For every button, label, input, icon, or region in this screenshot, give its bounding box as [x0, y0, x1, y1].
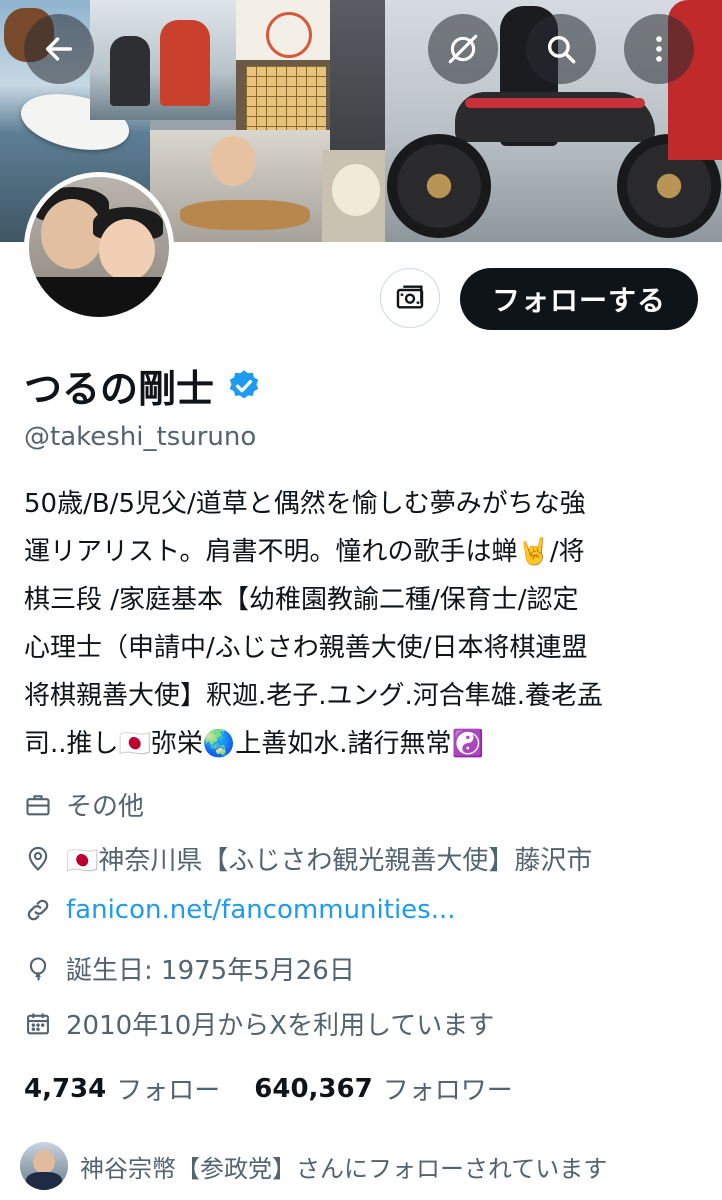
search-icon	[547, 35, 576, 64]
birthday-text: 誕生日: 1975年5月26日	[66, 956, 355, 986]
display-name: つるの剛士	[24, 367, 215, 411]
location-text: 🇯🇵神奈川県【ふじさわ観光親善大使】藤沢市	[66, 846, 593, 876]
name-row: つるの剛士	[24, 358, 262, 413]
following-label: フォロー	[116, 1076, 221, 1106]
bio-line: 運リアリスト。肩書不明。憧れの歌手は蝉🤘/将	[24, 537, 585, 567]
profile-location: 🇯🇵神奈川県【ふじさわ観光親善大使】藤沢市	[24, 840, 592, 877]
website-link[interactable]: fanicon.net/fancommunities...	[66, 895, 456, 925]
back-button[interactable]	[24, 14, 94, 84]
bio-line: 心理士（申請中/ふじさわ親善大使/日本将棋連盟	[24, 633, 588, 663]
profile-avatar[interactable]	[24, 172, 174, 322]
more-vertical-icon	[656, 36, 662, 62]
user-handle: @takeshi_tsuruno	[24, 422, 257, 452]
subscription-icon	[396, 285, 424, 309]
followed-by-row[interactable]: 神谷宗幣【参政党】さんにフォローされています	[20, 1142, 607, 1190]
link-icon	[27, 899, 49, 921]
balloon-icon	[29, 956, 47, 981]
followers-link[interactable]: 640,367 フォロワー	[254, 1070, 512, 1107]
banner-photo-boat	[90, 0, 240, 120]
grok-icon	[448, 34, 478, 64]
profile-website: fanicon.net/fancommunities...	[24, 895, 456, 925]
subscribe-button[interactable]	[380, 268, 440, 328]
joined-text: 2010年10月からXを利用しています	[66, 1011, 495, 1041]
more-options-button[interactable]	[624, 14, 694, 84]
follow-stats: 4,734 フォロー 640,367 フォロワー	[24, 1070, 513, 1107]
briefcase-icon	[26, 794, 50, 815]
location-pin-icon	[28, 846, 48, 871]
category-text: その他	[66, 792, 145, 822]
banner-photo-plush	[322, 150, 390, 242]
bio-line: 棋三段 /家庭基本【幼稚園教諭二種/保育士/認定	[24, 585, 579, 615]
following-count: 4,734	[24, 1073, 107, 1104]
followers-label: フォロワー	[382, 1076, 513, 1106]
calendar-icon	[27, 1013, 49, 1034]
bio-line: 司..推し🇯🇵弥栄🌏上善如水.諸行無常☯️	[24, 729, 484, 759]
profile-category: その他	[24, 786, 144, 823]
follow-button[interactable]: フォローする	[460, 268, 698, 330]
arrow-left-icon	[45, 37, 73, 61]
following-link[interactable]: 4,734 フォロー	[24, 1070, 220, 1107]
search-button[interactable]	[526, 14, 596, 84]
banner-photo-guitar	[150, 130, 330, 242]
profile-joined-date: 2010年10月からXを利用しています	[24, 1005, 494, 1042]
banner-photo-shogi	[236, 60, 336, 140]
verified-badge-icon[interactable]	[226, 368, 262, 404]
followers-count: 640,367	[254, 1073, 373, 1104]
profile-birthday: 誕生日: 1975年5月26日	[24, 950, 355, 987]
follower-avatar	[20, 1142, 68, 1190]
grok-button[interactable]	[428, 14, 498, 84]
profile-bio: 50歳/B/5児父/道草と偶然を愉しむ夢みがちな強 運リアリスト。肩書不明。憧れ…	[24, 480, 704, 768]
bio-line: 50歳/B/5児父/道草と偶然を愉しむ夢みがちな強	[24, 489, 586, 519]
bio-line: 将棋親善大使】釈迦.老子.ユング.河合隼雄.養老孟	[24, 681, 604, 711]
followed-by-text: 神谷宗幣【参政党】さんにフォローされています	[80, 1154, 608, 1183]
